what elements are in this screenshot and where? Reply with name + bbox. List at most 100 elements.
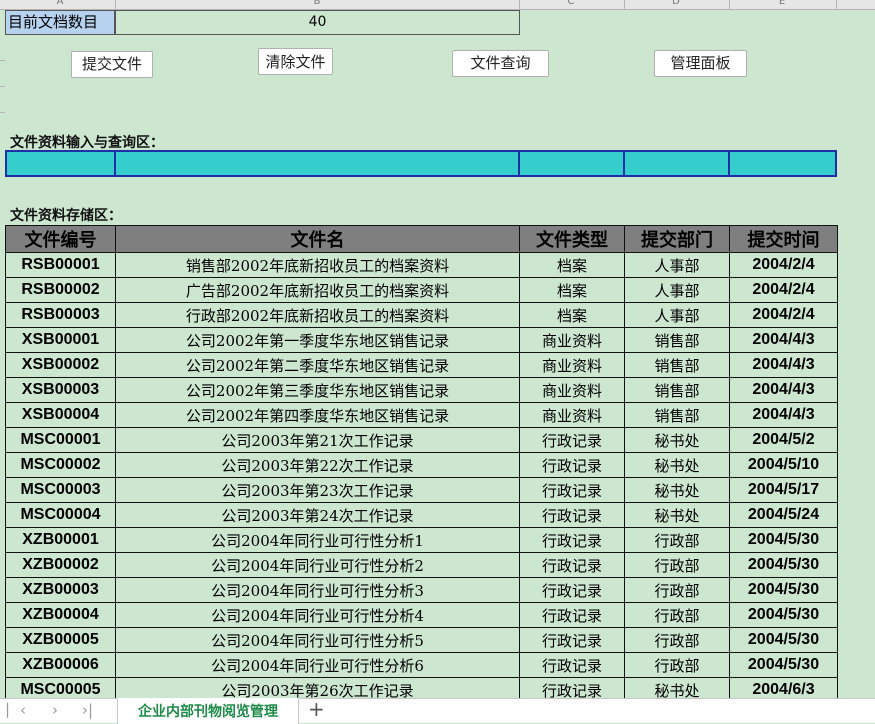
cell-submit-time[interactable]: 2004/2/4 [729, 302, 838, 328]
cell-department[interactable]: 行政部 [624, 652, 730, 678]
cell-department[interactable]: 销售部 [624, 327, 730, 353]
cell-department[interactable]: 人事部 [624, 277, 730, 303]
cell-file-type[interactable]: 档案 [519, 302, 625, 328]
header-file-code[interactable]: 文件编号 [5, 225, 116, 253]
cell-file-name[interactable]: 公司2004年同行业可行性分析6 [115, 652, 520, 678]
column-letter-a[interactable]: A [57, 0, 64, 7]
cell-file-name[interactable]: 公司2004年同行业可行性分析2 [115, 552, 520, 578]
cell-file-type[interactable]: 行政记录 [519, 652, 625, 678]
cell-file-type[interactable]: 行政记录 [519, 452, 625, 478]
cell-file-name[interactable]: 公司2004年同行业可行性分析3 [115, 577, 520, 603]
cell-file-name[interactable]: 公司2004年同行业可行性分析1 [115, 527, 520, 553]
file-name-input[interactable] [114, 150, 520, 177]
cell-submit-time[interactable]: 2004/2/4 [729, 252, 838, 278]
column-letter-d[interactable]: D [672, 0, 680, 7]
cell-file-name[interactable]: 广告部2002年底新招收员工的档案资料 [115, 277, 520, 303]
cell-department[interactable]: 秘书处 [624, 427, 730, 453]
cell-file-name[interactable]: 公司2002年第三季度华东地区销售记录 [115, 377, 520, 403]
cell-department[interactable]: 行政部 [624, 527, 730, 553]
cell-file-type[interactable]: 档案 [519, 277, 625, 303]
cell-file-code[interactable]: MSC00004 [5, 502, 116, 528]
cell-file-code[interactable]: MSC00003 [5, 477, 116, 503]
header-submit-time[interactable]: 提交时间 [729, 225, 838, 253]
cell-file-type[interactable]: 行政记录 [519, 527, 625, 553]
cell-submit-time[interactable]: 2004/5/2 [729, 427, 838, 453]
next-sheet-icon[interactable]: › [52, 701, 58, 719]
cell-file-name[interactable]: 公司2002年第一季度华东地区销售记录 [115, 327, 520, 353]
cell-submit-time[interactable]: 2004/4/3 [729, 352, 838, 378]
add-sheet-icon[interactable]: + [308, 697, 325, 721]
cell-file-name[interactable]: 公司2003年第22次工作记录 [115, 452, 520, 478]
cell-file-type[interactable]: 行政记录 [519, 502, 625, 528]
cell-file-type[interactable]: 行政记录 [519, 552, 625, 578]
cell-submit-time[interactable]: 2004/5/30 [729, 602, 838, 628]
cell-file-code[interactable]: XSB00004 [5, 402, 116, 428]
cell-file-type[interactable]: 商业资料 [519, 377, 625, 403]
cell-file-type[interactable]: 商业资料 [519, 352, 625, 378]
cell-file-name[interactable]: 公司2003年第24次工作记录 [115, 502, 520, 528]
first-sheet-icon[interactable]: | [5, 700, 10, 718]
cell-file-type[interactable]: 行政记录 [519, 577, 625, 603]
cell-file-code[interactable]: MSC00002 [5, 452, 116, 478]
cell-department[interactable]: 行政部 [624, 577, 730, 603]
cell-file-type[interactable]: 行政记录 [519, 427, 625, 453]
cell-file-name[interactable]: 公司2003年第23次工作记录 [115, 477, 520, 503]
cell-department[interactable]: 人事部 [624, 302, 730, 328]
cell-department[interactable]: 行政部 [624, 602, 730, 628]
cell-file-name[interactable]: 公司2004年同行业可行性分析4 [115, 602, 520, 628]
cell-file-type[interactable]: 商业资料 [519, 327, 625, 353]
cell-file-name[interactable]: 公司2002年第二季度华东地区销售记录 [115, 352, 520, 378]
cell-submit-time[interactable]: 2004/5/24 [729, 502, 838, 528]
file-code-input[interactable] [5, 150, 116, 177]
file-type-input[interactable] [518, 150, 625, 177]
cell-submit-time[interactable]: 2004/5/30 [729, 627, 838, 653]
cell-department[interactable]: 行政部 [624, 552, 730, 578]
cell-file-type[interactable]: 档案 [519, 252, 625, 278]
cell-department[interactable]: 销售部 [624, 402, 730, 428]
submit-time-input[interactable] [728, 150, 837, 177]
column-letter-c[interactable]: C [568, 0, 575, 7]
file-query-button[interactable]: 文件查询 [452, 50, 549, 77]
cell-file-code[interactable]: RSB00002 [5, 277, 116, 303]
cell-file-type[interactable]: 行政记录 [519, 627, 625, 653]
cell-department[interactable]: 行政部 [624, 627, 730, 653]
cell-department[interactable]: 人事部 [624, 252, 730, 278]
cell-submit-time[interactable]: 2004/2/4 [729, 277, 838, 303]
submit-file-button[interactable]: 提交文件 [71, 51, 153, 78]
cell-department[interactable]: 秘书处 [624, 502, 730, 528]
cell-file-name[interactable]: 销售部2002年底新招收员工的档案资料 [115, 252, 520, 278]
cell-department[interactable]: 销售部 [624, 377, 730, 403]
cell-department[interactable]: 秘书处 [624, 477, 730, 503]
prev-sheet-icon[interactable]: ‹ [20, 701, 26, 719]
cell-file-code[interactable]: XSB00001 [5, 327, 116, 353]
header-department[interactable]: 提交部门 [624, 225, 730, 253]
cell-submit-time[interactable]: 2004/4/3 [729, 327, 838, 353]
cell-submit-time[interactable]: 2004/5/30 [729, 577, 838, 603]
admin-panel-button[interactable]: 管理面板 [654, 50, 747, 77]
cell-submit-time[interactable]: 2004/4/3 [729, 402, 838, 428]
cell-file-code[interactable]: XZB00001 [5, 527, 116, 553]
cell-file-name[interactable]: 公司2004年同行业可行性分析5 [115, 627, 520, 653]
cell-submit-time[interactable]: 2004/5/30 [729, 527, 838, 553]
sheet-tab-active[interactable]: 企业内部刊物阅览管理 [117, 698, 299, 724]
cell-submit-time[interactable]: 2004/5/30 [729, 652, 838, 678]
cell-file-code[interactable]: XSB00002 [5, 352, 116, 378]
cell-submit-time[interactable]: 2004/5/17 [729, 477, 838, 503]
cell-file-name[interactable]: 公司2003年第21次工作记录 [115, 427, 520, 453]
header-file-type[interactable]: 文件类型 [519, 225, 625, 253]
cell-submit-time[interactable]: 2004/4/3 [729, 377, 838, 403]
cell-file-code[interactable]: XZB00005 [5, 627, 116, 653]
cell-submit-time[interactable]: 2004/5/30 [729, 552, 838, 578]
cell-department[interactable]: 秘书处 [624, 452, 730, 478]
header-file-name[interactable]: 文件名 [115, 225, 520, 253]
column-letter-b[interactable]: B [314, 0, 321, 7]
cell-file-type[interactable]: 行政记录 [519, 477, 625, 503]
last-sheet-icon[interactable]: ›| [82, 701, 93, 719]
cell-file-code[interactable]: XZB00006 [5, 652, 116, 678]
cell-file-code[interactable]: RSB00001 [5, 252, 116, 278]
cell-file-name[interactable]: 行政部2002年底新招收员工的档案资料 [115, 302, 520, 328]
cell-file-code[interactable]: MSC00001 [5, 427, 116, 453]
cell-file-code[interactable]: XZB00003 [5, 577, 116, 603]
cell-file-type[interactable]: 商业资料 [519, 402, 625, 428]
cell-file-code[interactable]: XSB00003 [5, 377, 116, 403]
